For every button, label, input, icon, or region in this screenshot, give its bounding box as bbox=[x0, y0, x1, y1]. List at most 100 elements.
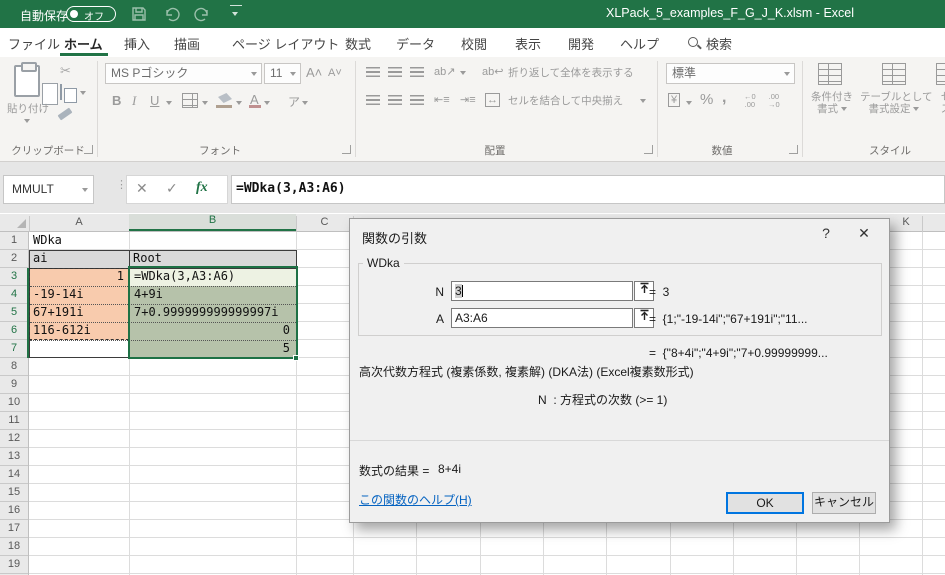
percent-style-button[interactable]: % bbox=[700, 91, 713, 108]
cell-a1[interactable]: WDka bbox=[29, 232, 129, 250]
font-color-dropdown-icon[interactable] bbox=[264, 101, 270, 105]
phonetic-dropdown-icon[interactable] bbox=[302, 101, 308, 105]
tab-data[interactable]: データ bbox=[396, 34, 435, 53]
dialog-close-icon[interactable]: ✕ bbox=[855, 225, 873, 242]
row-header[interactable]: 8 bbox=[0, 358, 28, 376]
row-header[interactable]: 12 bbox=[0, 430, 28, 448]
align-middle-icon[interactable] bbox=[388, 67, 402, 78]
dialog-help-icon[interactable]: ? bbox=[818, 225, 834, 241]
cut-icon[interactable]: ✂ bbox=[60, 63, 71, 79]
cancel-entry-icon[interactable]: ✕ bbox=[136, 180, 148, 197]
select-all-icon[interactable] bbox=[17, 219, 26, 228]
tab-file[interactable]: ファイル bbox=[8, 34, 60, 53]
decrease-indent-icon[interactable]: ⇤≡ bbox=[434, 93, 450, 106]
tab-formulas[interactable]: 数式 bbox=[345, 34, 371, 53]
orientation-icon[interactable]: ab↗ bbox=[434, 65, 455, 78]
fill-handle[interactable] bbox=[293, 355, 299, 361]
row-header[interactable]: 14 bbox=[0, 466, 28, 484]
conditional-formatting-icon[interactable] bbox=[818, 63, 842, 85]
row-header[interactable]: 19 bbox=[0, 556, 28, 574]
format-painter-icon[interactable] bbox=[58, 108, 73, 121]
copy-icon[interactable] bbox=[60, 84, 62, 100]
confirm-entry-icon[interactable]: ✓ bbox=[166, 180, 178, 197]
row-header[interactable]: 6 bbox=[0, 322, 28, 340]
orientation-dropdown-icon[interactable] bbox=[460, 71, 466, 75]
conditional-formatting-button[interactable]: 条件付き書式 bbox=[806, 91, 858, 115]
borders-dropdown-icon[interactable] bbox=[202, 101, 208, 105]
row-header[interactable]: 2 bbox=[0, 250, 28, 268]
undo-icon[interactable] bbox=[162, 5, 180, 23]
tab-draw[interactable]: 描画 bbox=[174, 34, 200, 53]
row-header[interactable]: 11 bbox=[0, 412, 28, 430]
tab-developer[interactable]: 開発 bbox=[568, 34, 594, 53]
redo-icon[interactable] bbox=[194, 5, 212, 23]
cell-styles-icon[interactable] bbox=[936, 63, 945, 85]
arg-n-input[interactable]: 3 bbox=[451, 281, 633, 301]
format-as-table-button[interactable]: テーブルとして書式設定 bbox=[860, 91, 928, 115]
decrease-font-icon[interactable]: A˅ bbox=[328, 67, 342, 79]
decrease-decimal-button[interactable]: .00→0 bbox=[768, 93, 780, 109]
align-right-icon[interactable] bbox=[410, 95, 424, 106]
cancel-button[interactable]: キャンセル bbox=[812, 492, 876, 514]
phonetic-guide-icon[interactable]: ア bbox=[288, 93, 300, 110]
borders-icon[interactable] bbox=[182, 93, 198, 108]
tab-home[interactable]: ホーム bbox=[64, 34, 103, 53]
column-header-a[interactable]: A bbox=[29, 216, 129, 228]
tab-help[interactable]: ヘルプ bbox=[620, 34, 659, 53]
paste-dropdown-icon[interactable] bbox=[24, 119, 30, 123]
row-header[interactable]: 17 bbox=[0, 520, 28, 538]
column-header-b[interactable]: B bbox=[129, 214, 296, 231]
fill-color-icon[interactable] bbox=[218, 93, 232, 103]
merge-dropdown-icon[interactable] bbox=[640, 99, 646, 103]
cell-styles-button[interactable]: セス bbox=[936, 91, 945, 115]
paste-button[interactable]: 貼り付け bbox=[6, 103, 50, 115]
align-bottom-icon[interactable] bbox=[410, 67, 424, 78]
row-header[interactable]: 16 bbox=[0, 502, 28, 520]
align-dialog-launcher-icon[interactable] bbox=[644, 145, 653, 154]
tab-view[interactable]: 表示 bbox=[515, 34, 541, 53]
column-header-k[interactable]: K bbox=[890, 216, 922, 228]
column-header-c[interactable]: C bbox=[296, 216, 353, 228]
insert-function-icon[interactable]: fx bbox=[196, 180, 208, 196]
italic-button[interactable]: I bbox=[132, 93, 136, 109]
wrap-text-button[interactable]: 折り返して全体を表示する bbox=[508, 67, 634, 79]
accounting-format-icon[interactable]: ¥ bbox=[668, 93, 680, 107]
align-left-icon[interactable] bbox=[366, 95, 380, 106]
underline-button[interactable]: U bbox=[150, 93, 159, 108]
increase-decimal-button[interactable]: ←0.00 bbox=[744, 93, 756, 109]
bold-button[interactable]: B bbox=[112, 93, 121, 108]
row-header[interactable]: 18 bbox=[0, 538, 28, 556]
accounting-dropdown-icon[interactable] bbox=[686, 101, 692, 105]
increase-indent-icon[interactable]: ⇥≡ bbox=[460, 93, 476, 106]
row-header[interactable]: 3 bbox=[0, 268, 28, 286]
row-header[interactable]: 10 bbox=[0, 394, 28, 412]
font-size-select[interactable]: 11 bbox=[264, 63, 301, 84]
row-header[interactable]: 7 bbox=[0, 340, 28, 358]
font-name-select[interactable]: MS Pゴシック bbox=[105, 63, 262, 84]
cell-a2[interactable]: ai bbox=[29, 250, 129, 268]
paste-icon[interactable] bbox=[14, 65, 40, 97]
tab-review[interactable]: 校閲 bbox=[461, 34, 487, 53]
save-icon[interactable] bbox=[130, 5, 148, 23]
clipboard-dialog-launcher-icon[interactable] bbox=[84, 145, 93, 154]
function-help-link[interactable]: この関数のヘルプ(H) bbox=[359, 491, 472, 508]
row-header[interactable]: 9 bbox=[0, 376, 28, 394]
align-center-icon[interactable] bbox=[388, 95, 402, 106]
number-dialog-launcher-icon[interactable] bbox=[789, 145, 798, 154]
underline-dropdown-icon[interactable] bbox=[166, 101, 172, 105]
copy-dropdown-icon[interactable] bbox=[80, 91, 86, 95]
row-header[interactable]: 5 bbox=[0, 304, 28, 322]
row-header[interactable]: 13 bbox=[0, 448, 28, 466]
font-dialog-launcher-icon[interactable] bbox=[342, 145, 351, 154]
comma-style-button[interactable]: , bbox=[722, 89, 726, 107]
increase-font-icon[interactable]: A˄ bbox=[306, 65, 322, 80]
qat-customize-icon[interactable] bbox=[230, 5, 242, 20]
tab-insert[interactable]: 挿入 bbox=[124, 34, 150, 53]
search-icon[interactable] bbox=[688, 37, 698, 47]
fill-color-dropdown-icon[interactable] bbox=[236, 101, 242, 105]
tab-page-layout[interactable]: ページ レイアウト bbox=[232, 34, 339, 53]
search-label[interactable]: 検索 bbox=[706, 34, 732, 53]
name-box[interactable]: MMULT bbox=[3, 175, 94, 204]
align-top-icon[interactable] bbox=[366, 67, 380, 78]
merge-center-button[interactable]: セルを結合して中央揃え bbox=[508, 95, 623, 107]
